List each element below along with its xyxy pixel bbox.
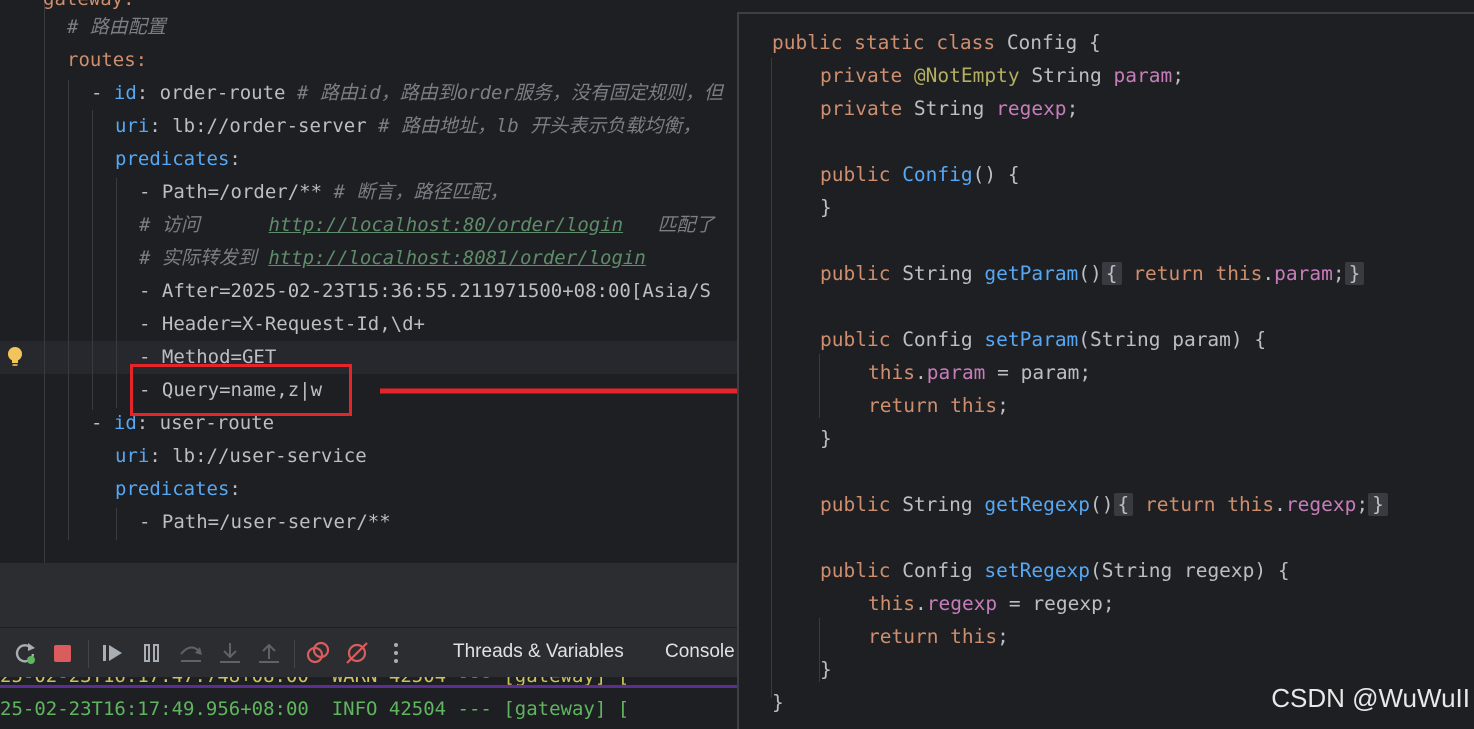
code-line-set-regexp[interactable]: public Config setRegexp(String regexp) { [820, 554, 1290, 587]
lightbulb-icon[interactable] [6, 346, 24, 368]
indent-guide [68, 80, 69, 540]
yaml-line-route1-predicates[interactable]: predicates: [115, 143, 241, 176]
step-over-icon[interactable] [178, 640, 204, 666]
view-breakpoints-icon[interactable] [305, 640, 331, 666]
current-line-highlight [0, 341, 740, 374]
mute-breakpoints-icon[interactable] [344, 640, 370, 666]
yaml-line-forward-comment[interactable]: # 实际转发到 http://localhost:8081/order/logi… [139, 242, 646, 275]
console-separator [0, 685, 740, 699]
rerun-icon[interactable] [12, 640, 38, 666]
code-line-get-param[interactable]: public String getParam(){ return this.pa… [820, 257, 1365, 290]
code-line-get-regexp[interactable]: public String getRegexp(){ return this.r… [820, 488, 1388, 521]
debug-toolbar: Threads & Variables Console [0, 627, 740, 678]
yaml-editor[interactable]: gateway: # 路由配置 routes: - id: order-rout… [0, 0, 740, 563]
yaml-line-route2-uri[interactable]: uri: lb://user-service [115, 440, 367, 473]
step-out-icon[interactable] [256, 640, 282, 666]
code-line-brace[interactable]: } [820, 191, 832, 224]
more-icon[interactable] [383, 640, 409, 666]
code-line-assign-param[interactable]: this.param = param; [868, 356, 1091, 389]
forward-link[interactable]: http://localhost:8081/order/login [268, 247, 646, 269]
indent-guide [92, 110, 93, 410]
code-line-class-end[interactable]: } [772, 686, 784, 719]
yaml-line-route1-id[interactable]: - id: order-route # 路由id，路由到order服务，没有固定… [91, 77, 723, 110]
yaml-line-comment[interactable]: # 路由配置 [67, 11, 166, 44]
resume-icon[interactable] [100, 640, 126, 666]
indent-guide [44, 0, 45, 563]
code-line-brace[interactable]: } [820, 653, 832, 686]
console-line: 25-02-23T16:17:49.956+08:00 INFO 42504 -… [0, 698, 630, 720]
yaml-line-path[interactable]: - Path=/order/** # 断言，路径匹配， [139, 176, 508, 209]
indent-guide [116, 178, 117, 408]
toolbar-separator [88, 640, 89, 668]
indent-guide [771, 58, 772, 698]
yaml-line-header[interactable]: - Header=X-Request-Id,\d+ [139, 308, 425, 341]
folded-block[interactable]: } [1368, 493, 1388, 516]
query-highlight-box [130, 364, 352, 416]
code-line-return-this[interactable]: return this; [868, 389, 1009, 422]
console-output[interactable]: 25-02-23T16:17:47.748+08:00 WARN 42504 -… [0, 677, 740, 729]
code-line-return-this[interactable]: return this; [868, 620, 1009, 653]
code-line-constructor[interactable]: public Config() { [820, 158, 1020, 191]
code-line-field-regexp[interactable]: private String regexp; [820, 92, 1078, 125]
watermark: CSDN @WuWuII [1271, 683, 1470, 713]
folded-block[interactable]: { [1101, 262, 1122, 285]
yaml-line-visit-comment[interactable]: # 访问 http://localhost:80/order/login 匹配了 [139, 209, 714, 242]
stop-icon[interactable] [50, 640, 76, 666]
code-line-field-param[interactable]: private @NotEmpty String param; [820, 59, 1184, 92]
tab-threads-variables[interactable]: Threads & Variables [453, 641, 624, 663]
folded-block[interactable]: { [1113, 493, 1134, 516]
editor-empty-area [0, 563, 740, 627]
folded-block[interactable]: } [1344, 262, 1365, 285]
indent-guide [819, 354, 820, 418]
step-into-icon[interactable] [217, 640, 243, 666]
yaml-line-after[interactable]: - After=2025-02-23T15:36:55.211971500+08… [139, 275, 711, 308]
tab-console[interactable]: Console [665, 641, 735, 663]
java-code-panel[interactable]: public static class Config { private @No… [737, 12, 1474, 729]
code-line-brace[interactable]: } [820, 422, 832, 455]
indent-guide [116, 508, 117, 540]
yaml-line-route1-uri[interactable]: uri: lb://order-server # 路由地址，lb 开头表示负载均… [115, 110, 701, 143]
toolbar-separator [294, 640, 295, 668]
code-line-assign-regexp[interactable]: this.regexp = regexp; [868, 587, 1115, 620]
pause-icon[interactable] [139, 640, 165, 666]
code-line-class[interactable]: public static class Config { [772, 26, 1101, 59]
visit-link[interactable]: http://localhost:80/order/login [269, 214, 624, 236]
yaml-line-route2-predicates[interactable]: predicates: [115, 473, 241, 506]
yaml-line-routes[interactable]: routes: [67, 44, 147, 77]
yaml-line-route2-path[interactable]: - Path=/user-server/** [139, 506, 391, 539]
code-line-set-param[interactable]: public Config setParam(String param) { [820, 323, 1266, 356]
